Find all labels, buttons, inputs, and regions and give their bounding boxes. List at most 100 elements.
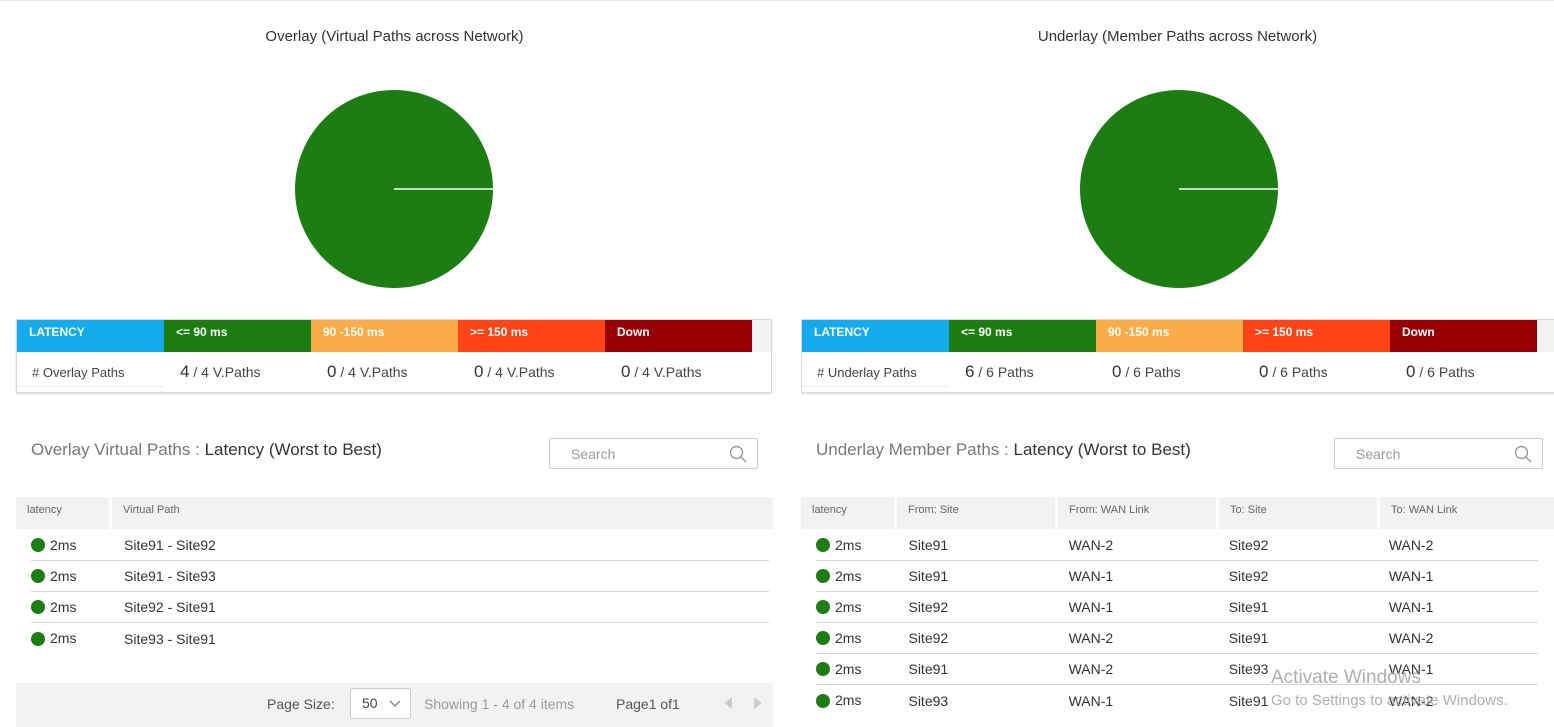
from-site-cell: Site91: [908, 661, 949, 677]
latency-cell: 2ms: [816, 630, 908, 646]
latency-cell: 2ms: [31, 630, 124, 646]
virtual-path-cell: Site93 - Site91: [124, 630, 216, 647]
overlay-section-title: Overlay Virtual Paths : Latency (Worst t…: [31, 440, 382, 460]
overlay-legend-count: 4: [180, 362, 190, 381]
column-header-latency[interactable]: latency: [16, 497, 109, 529]
underlay-legend-suffix: / 6 Paths: [1272, 364, 1328, 380]
virtual-path-cell: Site91 - Site93: [124, 568, 216, 584]
from-site-cell: Site92: [908, 599, 949, 615]
latency-cell: 2ms: [816, 599, 908, 615]
underlay-section-main: Latency (Worst to Best): [1013, 440, 1191, 459]
underlay-table-body: 2ms Site91 WAN-2 Site92 WAN-2 2ms Site91 WAN-1 S…: [816, 530, 1538, 716]
underlay-legend-count: 0: [1112, 362, 1122, 381]
from-wan-link-cell: WAN-1: [1068, 568, 1114, 584]
latency-value: 2ms: [835, 629, 862, 646]
latency-cell: 2ms: [31, 568, 124, 584]
underlay-section-prefix: Underlay Member Paths :: [816, 440, 1009, 459]
page-size-select[interactable]: 50: [350, 688, 411, 719]
underlay-legend-values: # Underlay Paths 6 / 6 Paths 0 / 6 Paths 0…: [802, 352, 1554, 392]
column-header-from-site[interactable]: From: Site: [897, 497, 1055, 529]
latency-cell: 2ms: [31, 599, 124, 615]
next-page-icon[interactable]: [754, 697, 762, 709]
showing-items-text: Showing 1 - 4 of 4 items: [424, 696, 575, 712]
underlay-legend-value-2: 0 / 6 Paths: [1243, 362, 1390, 382]
overlay-legend-header-filler: [752, 320, 771, 352]
search-icon[interactable]: [729, 445, 747, 463]
overlay-legend-value-2: 0 / 4 V.Paths: [458, 362, 605, 382]
from-site-cell: Site91: [908, 568, 949, 584]
status-ok-dot-icon: [816, 662, 830, 677]
underlay-legend-value-0: 6 / 6 Paths: [949, 362, 1096, 382]
overlay-legend-suffix: / 4 V.Paths: [487, 364, 555, 380]
to-site-cell: Site92: [1228, 537, 1269, 553]
status-ok-dot-icon: [31, 631, 45, 646]
underlay-latency-legend: LATENCY <= 90 ms 90 -150 ms >= 150 ms Down #…: [801, 319, 1554, 393]
latency-cell: 2ms: [31, 537, 124, 553]
overlay-search-box[interactable]: [549, 438, 758, 469]
overlay-search-input[interactable]: [550, 439, 720, 468]
column-header-to-wan-link[interactable]: To: WAN Link: [1380, 497, 1554, 529]
underlay-search-box[interactable]: [1334, 438, 1543, 469]
to-site-cell: Site91: [1228, 630, 1269, 646]
table-row[interactable]: 2ms Site91 WAN-2 Site92 WAN-2: [816, 530, 1538, 561]
virtual-path-cell: Site91 - Site92: [124, 537, 216, 553]
overlay-legend-header-0: LATENCY: [17, 320, 164, 352]
underlay-legend-value-3: 0 / 6 Paths: [1390, 362, 1537, 382]
underlay-chart-title: Underlay (Member Paths across Network): [1037, 28, 1318, 45]
latency-cell: 2ms: [816, 537, 908, 553]
page-of-text: Page1 of1: [616, 696, 680, 712]
to-site-cell: Site91: [1228, 599, 1269, 615]
underlay-legend-count: 6: [965, 362, 975, 381]
status-ok-dot-icon: [31, 538, 45, 553]
underlay-legend-count: 0: [1259, 362, 1269, 381]
table-row[interactable]: 2ms Site92 WAN-2 Site91 WAN-2: [816, 623, 1538, 654]
underlay-legend-header-4: Down: [1390, 320, 1537, 352]
underlay-legend-header-3: >= 150 ms: [1243, 320, 1390, 352]
to-wan-link-cell: WAN-2: [1388, 630, 1434, 646]
from-wan-link-cell: WAN-2: [1068, 661, 1114, 677]
underlay-legend-suffix: / 6 Paths: [1125, 364, 1181, 380]
overlay-legend-values: # Overlay Paths 4 / 4 V.Paths 0 / 4 V.Pat…: [17, 352, 771, 392]
column-header-latency[interactable]: latency: [801, 497, 894, 529]
underlay-legend-header-1: <= 90 ms: [949, 320, 1096, 352]
latency-value: 2ms: [50, 567, 77, 584]
search-icon[interactable]: [1514, 445, 1532, 463]
overlay-table-body: 2ms Site91 - Site92 2ms Site91 - Site93 2ms S…: [31, 530, 769, 654]
chevron-down-icon: [389, 700, 401, 708]
virtual-path-cell: Site92 - Site91: [124, 599, 216, 615]
overlay-legend-header-2: 90 -150 ms: [311, 320, 458, 352]
latency-cell: 2ms: [816, 692, 908, 708]
overlay-legend-header: LATENCY <= 90 ms 90 -150 ms >= 150 ms Down: [17, 320, 771, 352]
underlay-search-input[interactable]: [1335, 439, 1505, 468]
latency-value: 2ms: [835, 692, 862, 709]
underlay-table-header: latency From: Site From: WAN Link To: Si…: [801, 497, 1554, 529]
from-site-cell: Site93: [908, 692, 949, 709]
column-header-to-site[interactable]: To: Site: [1219, 497, 1377, 529]
overlay-section-main: Latency (Worst to Best): [204, 440, 382, 459]
column-header-from-wan-link[interactable]: From: WAN Link: [1058, 497, 1216, 529]
table-row[interactable]: 2ms Site91 - Site92: [31, 530, 769, 561]
table-row[interactable]: 2ms Site92 WAN-1 Site91 WAN-1: [816, 592, 1538, 623]
underlay-legend-suffix: / 6 Paths: [1419, 364, 1475, 380]
underlay-pie-chart: [1080, 90, 1278, 288]
latency-value: 2ms: [835, 567, 862, 584]
table-row[interactable]: 2ms Site92 - Site91: [31, 592, 769, 623]
overlay-section-prefix: Overlay Virtual Paths :: [31, 440, 200, 459]
previous-page-icon[interactable]: [724, 697, 732, 709]
underlay-legend-header: LATENCY <= 90 ms 90 -150 ms >= 150 ms Down: [802, 320, 1554, 352]
table-row[interactable]: 2ms Site91 WAN-1 Site92 WAN-1: [816, 561, 1538, 592]
status-ok-dot-icon: [816, 693, 830, 708]
to-wan-link-cell: WAN-2: [1388, 537, 1434, 553]
table-row[interactable]: 2ms Site91 WAN-2 Site93 WAN-1: [816, 654, 1538, 685]
overlay-legend-suffix: / 4 V.Paths: [634, 364, 702, 380]
overlay-panel: Overlay (Virtual Paths across Network) L…: [16, 0, 773, 727]
table-row[interactable]: 2ms Site93 - Site91: [31, 623, 769, 654]
table-row[interactable]: 2ms Site91 - Site93: [31, 561, 769, 592]
from-site-cell: Site92: [908, 630, 949, 646]
latency-value: 2ms: [50, 536, 77, 553]
overlay-legend-header-3: >= 150 ms: [458, 320, 605, 352]
status-ok-dot-icon: [816, 538, 830, 553]
status-ok-dot-icon: [816, 600, 830, 615]
underlay-section-title: Underlay Member Paths : Latency (Worst t…: [816, 440, 1191, 460]
column-header-virtual-path[interactable]: Virtual Path: [112, 497, 773, 529]
